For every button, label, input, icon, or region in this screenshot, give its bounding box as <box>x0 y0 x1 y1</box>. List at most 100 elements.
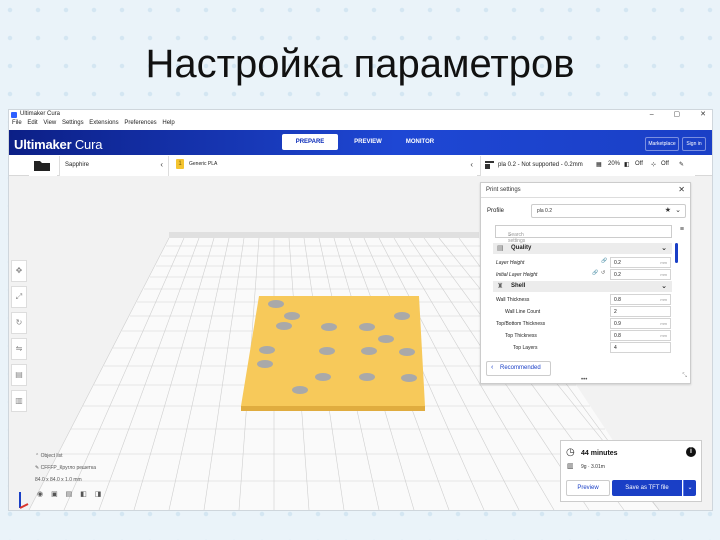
category-label: Shell <box>511 283 526 289</box>
menu-view[interactable]: View <box>43 120 56 126</box>
setting-value-field[interactable]: 0.8 mm <box>610 294 671 305</box>
window-title: Ultimaker Cura <box>20 111 61 117</box>
profile-summary: pla 0.2 - Not supported - 0.2mm <box>498 162 583 168</box>
slide-title: Настройка параметров <box>145 42 575 86</box>
divider <box>481 197 690 198</box>
edit-icon: ✎ <box>35 465 40 471</box>
tab-monitor[interactable]: MONITOR <box>392 134 448 150</box>
brand-bold: Ultimaker <box>14 137 72 152</box>
print-time: 44 minutes <box>581 450 618 457</box>
open-file-button[interactable] <box>29 156 57 176</box>
marketplace-button[interactable]: Marketplace <box>645 137 679 151</box>
object-name: CFFFP_Кругло решетка <box>40 465 97 471</box>
printer-name: Sapphire <box>65 162 90 168</box>
top-view-icon[interactable]: ▤ <box>66 491 73 498</box>
cura-logo-icon <box>11 112 17 118</box>
menu-settings[interactable]: Settings <box>62 120 84 126</box>
save-as-tft-button[interactable]: Save as TFT file <box>612 480 682 496</box>
close-button[interactable]: ✕ <box>700 111 706 118</box>
save-options-dropdown[interactable]: ⌄ <box>683 480 696 496</box>
setting-value-field[interactable]: 0.8 mm <box>610 330 671 341</box>
link-icon: 🔗 <box>592 270 599 276</box>
maximize-button[interactable]: ▢ <box>674 111 681 118</box>
category-shell[interactable]: ♜ Shell ⌄ <box>493 281 672 292</box>
support-value: Off <box>635 161 643 167</box>
setting-value: 0.2 <box>614 260 621 266</box>
search-settings-input[interactable]: ⌕ Search settings <box>495 225 672 244</box>
object-list-header[interactable]: ⌃ Object list <box>35 450 96 462</box>
setting-label: Top Layers <box>513 345 538 351</box>
clock-icon: ◷ <box>566 447 575 458</box>
profile-dropdown[interactable]: pla 0.2 ★ ⌄ <box>531 204 686 218</box>
panel-title: Print settings <box>486 187 521 193</box>
object-list: ⌃ Object list ✎ CFFFP_Кругло решетка 84.… <box>35 450 96 486</box>
object-name-row[interactable]: ✎ CFFFP_Кругло решетка <box>35 462 96 474</box>
material-name: Generic PLA <box>189 161 218 167</box>
support-blocker-button[interactable]: ▥ <box>11 390 27 412</box>
sign-in-button[interactable]: Sign in <box>682 137 706 151</box>
reset-icon[interactable]: ↺ <box>601 270 605 276</box>
setting-row-top-layers: Top Layers 4 <box>493 342 673 353</box>
recommended-label: Recommended <box>500 365 541 371</box>
info-icon[interactable]: i <box>686 447 696 457</box>
setting-value-field[interactable]: 0.2 mm <box>610 269 671 280</box>
axis-indicator <box>19 492 29 509</box>
setting-label: Wall Thickness <box>496 297 530 303</box>
setting-value-field[interactable]: 2 <box>610 306 671 317</box>
left-view-icon[interactable]: ◧ <box>80 491 87 498</box>
menu-extensions[interactable]: Extensions <box>89 120 118 126</box>
setting-unit: mm <box>660 260 667 265</box>
minimize-button[interactable]: – <box>650 111 654 118</box>
printer-selector[interactable]: Sapphire ‹ <box>59 156 168 176</box>
scale-tool-button[interactable]: ⤢ <box>11 286 27 308</box>
resize-handle-icon[interactable]: ⤡ <box>682 373 687 380</box>
tab-prepare[interactable]: PREPARE <box>282 134 338 150</box>
preview-button[interactable]: Preview <box>566 480 610 496</box>
setting-row-top-thickness: Top Thickness 0.8 mm <box>493 330 673 341</box>
recommended-button[interactable]: ‹ Recommended <box>486 361 551 376</box>
setting-unit: mm <box>660 333 667 338</box>
settings-scrollbar[interactable] <box>675 243 678 263</box>
material-selector[interactable]: 1 Generic PLA ‹ <box>168 156 477 176</box>
settings-menu-icon[interactable]: ≡ <box>680 226 684 233</box>
menu-preferences[interactable]: Preferences <box>124 120 156 126</box>
front-view-icon[interactable]: ▣ <box>51 491 58 498</box>
menu-file[interactable]: File <box>12 120 22 126</box>
menu-help[interactable]: Help <box>162 120 174 126</box>
rotate-tool-button[interactable]: ↻ <box>11 312 27 334</box>
category-label: Quality <box>511 245 532 251</box>
tab-preview[interactable]: PREVIEW <box>340 134 396 150</box>
right-view-icon[interactable]: ◨ <box>95 491 102 498</box>
chevron-left-icon: ‹ <box>470 160 473 169</box>
move-tool-button[interactable]: ✥ <box>11 260 27 282</box>
star-icon[interactable]: ★ <box>665 206 671 214</box>
per-model-settings-button[interactable]: ▤ <box>11 364 27 386</box>
shell-icon: ♜ <box>497 283 504 290</box>
material-usage: 9g · 3.01m <box>581 464 605 470</box>
profile-value: pla 0.2 <box>537 208 553 214</box>
print-setup-selector[interactable]: pla 0.2 - Not supported - 0.2mm ▦ 20% ◧ … <box>480 156 695 176</box>
menu-edit[interactable]: Edit <box>27 120 37 126</box>
infill-icon: ▦ <box>596 162 602 168</box>
menu-bar: File Edit View Settings Extensions Prefe… <box>9 120 712 130</box>
profile-icon <box>485 161 494 169</box>
folder-icon <box>34 161 50 171</box>
chevron-down-icon: ⌄ <box>687 485 693 491</box>
mirror-tool-button[interactable]: ⇋ <box>11 338 27 360</box>
setting-value: 2 <box>614 309 617 315</box>
setting-value-field[interactable]: 0.2 mm <box>610 257 671 268</box>
object-dimensions: 84.0 x 84.0 x 1.0 mm <box>35 477 82 483</box>
drag-handle-icon[interactable]: ••• <box>581 377 587 383</box>
setting-value: 0.8 <box>614 297 621 303</box>
quality-icon: ▤ <box>497 245 504 252</box>
3d-view-icon[interactable]: ◉ <box>37 491 43 498</box>
close-panel-icon[interactable]: ✕ <box>678 185 685 194</box>
setting-value-field[interactable]: 0.9 mm <box>610 318 671 329</box>
adhesion-icon: ⊹ <box>651 162 657 168</box>
category-quality[interactable]: ▤ Quality ⌄ <box>493 243 672 254</box>
link-icon: 🔗 <box>601 258 608 264</box>
setting-value: 0.9 <box>614 321 621 327</box>
setting-value-field[interactable]: 4 <box>610 342 671 353</box>
setting-value: 0.8 <box>614 333 621 339</box>
chevron-down-icon: ⌄ <box>661 283 667 290</box>
